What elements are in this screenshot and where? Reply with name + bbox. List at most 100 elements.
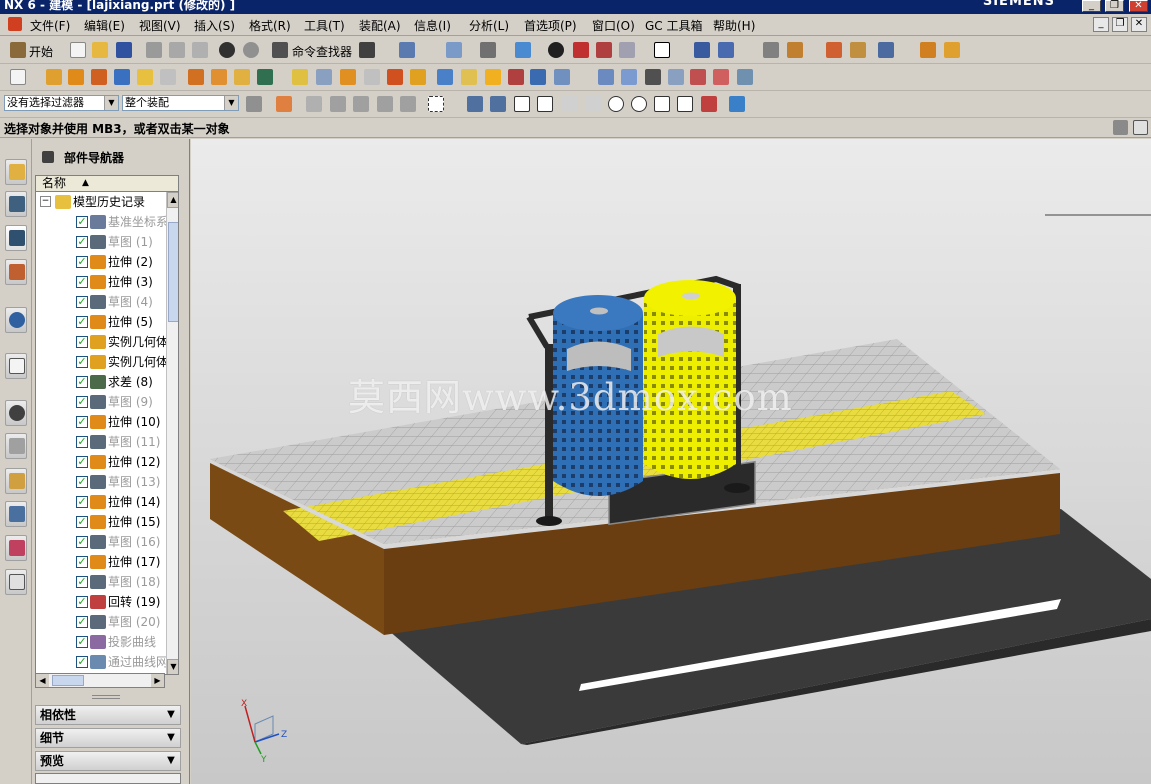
selection-scope-dropdown[interactable]: 整个装配 ▼ bbox=[122, 95, 239, 111]
feature-row[interactable]: ✓ 实例几何体 bbox=[36, 332, 178, 352]
edit-object-icon[interactable] bbox=[826, 42, 842, 58]
ruler-icon[interactable] bbox=[920, 42, 936, 58]
new-file-icon[interactable] bbox=[70, 42, 86, 58]
feature-select-icon[interactable] bbox=[330, 96, 346, 112]
feature-row[interactable]: ✓ 草图 (4) bbox=[36, 292, 178, 312]
shell-icon[interactable] bbox=[364, 69, 380, 85]
menu-window[interactable]: 窗口(O) bbox=[592, 17, 635, 34]
rectangle-select-icon[interactable] bbox=[428, 96, 444, 112]
feature-checkbox[interactable]: ✓ bbox=[76, 636, 88, 648]
feature-row[interactable]: ✓ 回转 (19) bbox=[36, 592, 178, 612]
existing-point-snap-icon[interactable] bbox=[654, 96, 670, 112]
quadrant-snap-icon[interactable] bbox=[631, 96, 647, 112]
snap-settings-icon[interactable] bbox=[490, 96, 506, 112]
feature-checkbox[interactable]: ✓ bbox=[76, 356, 88, 368]
feature-checkbox[interactable]: ✓ bbox=[76, 436, 88, 448]
process-studio-tab[interactable] bbox=[5, 468, 27, 494]
feature-checkbox[interactable]: ✓ bbox=[76, 516, 88, 528]
menu-preferences[interactable]: 首选项(P) bbox=[524, 17, 577, 34]
edge-select-icon[interactable] bbox=[400, 96, 416, 112]
menu-edit[interactable]: 编辑(E) bbox=[84, 17, 125, 34]
open-folder-icon[interactable] bbox=[92, 42, 108, 58]
feature-checkbox[interactable]: ✓ bbox=[76, 616, 88, 628]
background-icon[interactable] bbox=[654, 42, 670, 58]
zoom-icon[interactable] bbox=[480, 42, 496, 58]
feature-checkbox[interactable]: ✓ bbox=[76, 336, 88, 348]
general-selection-icon[interactable] bbox=[276, 96, 292, 112]
feature-row[interactable]: ✓ 拉伸 (12) bbox=[36, 452, 178, 472]
feature-row[interactable]: ✓ 拉伸 (5) bbox=[36, 312, 178, 332]
column-header-name[interactable]: 名称 ▲ bbox=[35, 175, 179, 192]
scroll-left-arrow[interactable]: ◀ bbox=[36, 674, 49, 687]
status-icon[interactable] bbox=[1113, 120, 1128, 135]
paste-icon[interactable] bbox=[192, 42, 208, 58]
scroll-right-arrow[interactable]: ▶ bbox=[151, 674, 164, 687]
feature-checkbox[interactable]: ✓ bbox=[76, 656, 88, 668]
point-on-curve-snap-icon[interactable] bbox=[677, 96, 693, 112]
dependencies-section[interactable]: 相依性 ▼ bbox=[35, 705, 181, 725]
menu-file[interactable]: 文件(F) bbox=[30, 17, 70, 34]
feature-checkbox[interactable]: ✓ bbox=[76, 236, 88, 248]
selection-filter-dropdown[interactable]: 没有选择过滤器 ▼ bbox=[4, 95, 119, 111]
endpoint-snap-icon[interactable] bbox=[514, 96, 530, 112]
restore-button[interactable]: ❐ bbox=[1105, 0, 1124, 12]
feature-checkbox[interactable]: ✓ bbox=[76, 276, 88, 288]
feature-checkbox[interactable]: ✓ bbox=[76, 576, 88, 588]
cylinder-tool-icon[interactable] bbox=[137, 69, 153, 85]
constraint-navigator-tab[interactable] bbox=[5, 191, 27, 217]
roles-tab[interactable] bbox=[5, 501, 27, 527]
hscroll-thumb[interactable] bbox=[52, 675, 84, 686]
block-tool-icon[interactable] bbox=[114, 69, 130, 85]
wcs-icon[interactable] bbox=[763, 42, 779, 58]
feature-row[interactable]: ✓ 草图 (1) bbox=[36, 232, 178, 252]
feature-checkbox[interactable]: ✓ bbox=[76, 496, 88, 508]
render-style-icon[interactable] bbox=[548, 42, 564, 58]
unite-tool-icon[interactable] bbox=[188, 69, 204, 85]
copy-icon[interactable] bbox=[169, 42, 185, 58]
mesh-surface-icon[interactable] bbox=[508, 69, 524, 85]
shaded-view-icon[interactable] bbox=[515, 42, 531, 58]
feature-row[interactable]: ✓ 拉伸 (14) bbox=[36, 492, 178, 512]
part-navigator-tab[interactable] bbox=[5, 225, 27, 251]
feature-checkbox[interactable]: ✓ bbox=[76, 296, 88, 308]
tree-vertical-scrollbar[interactable]: ▲ ▼ bbox=[166, 192, 178, 674]
bottom-scrollbar[interactable] bbox=[35, 773, 181, 784]
feature-checkbox[interactable]: ✓ bbox=[76, 416, 88, 428]
assembly-navigator-tab[interactable] bbox=[5, 159, 27, 185]
swept-icon[interactable] bbox=[485, 69, 501, 85]
layer-icon[interactable] bbox=[718, 42, 734, 58]
clock-history-tab[interactable] bbox=[5, 400, 27, 426]
feature-row[interactable]: ✓ 草图 (20) bbox=[36, 612, 178, 632]
trim-body-icon[interactable] bbox=[292, 69, 308, 85]
snap-point-icon[interactable] bbox=[467, 96, 483, 112]
feature-row[interactable]: ✓ 草图 (11) bbox=[36, 432, 178, 452]
body-select-icon[interactable] bbox=[353, 96, 369, 112]
studio-icon[interactable] bbox=[573, 42, 589, 58]
feature-row[interactable]: ✓ 求差 (8) bbox=[36, 372, 178, 392]
feature-checkbox[interactable]: ✓ bbox=[76, 556, 88, 568]
point-on-face-snap-icon[interactable] bbox=[701, 96, 717, 112]
bounding-box-snap-icon[interactable] bbox=[729, 96, 745, 112]
feature-row[interactable]: ✓ 通过曲线网格 bbox=[36, 652, 178, 672]
splitter-handle[interactable] bbox=[92, 695, 120, 699]
isometric-view-icon[interactable] bbox=[619, 42, 635, 58]
deselect-icon[interactable] bbox=[306, 96, 322, 112]
history-tab[interactable] bbox=[5, 353, 27, 379]
feature-row[interactable]: ✓ 拉伸 (10) bbox=[36, 412, 178, 432]
midpoint-snap-icon[interactable] bbox=[537, 96, 553, 112]
curve-tool-icon[interactable] bbox=[598, 69, 614, 85]
scroll-up-arrow[interactable]: ▲ bbox=[167, 192, 178, 208]
collapse-icon[interactable]: − bbox=[40, 196, 51, 207]
draft-icon[interactable] bbox=[387, 69, 403, 85]
close-button[interactable]: ✕ bbox=[1129, 0, 1148, 12]
sketch-tool-icon[interactable] bbox=[46, 69, 62, 85]
save-icon[interactable] bbox=[116, 42, 132, 58]
revolve-tool-icon[interactable] bbox=[91, 69, 107, 85]
tree-horizontal-scrollbar[interactable]: ◀ ▶ bbox=[35, 673, 165, 688]
menu-format[interactable]: 格式(R) bbox=[249, 17, 291, 34]
feature-checkbox[interactable]: ✓ bbox=[76, 536, 88, 548]
palette-tab[interactable] bbox=[5, 569, 27, 595]
boss-tool-icon[interactable] bbox=[211, 69, 227, 85]
feature-row[interactable]: ✓ 草图 (18) bbox=[36, 572, 178, 592]
feature-row[interactable]: ✓ 草图 (9) bbox=[36, 392, 178, 412]
